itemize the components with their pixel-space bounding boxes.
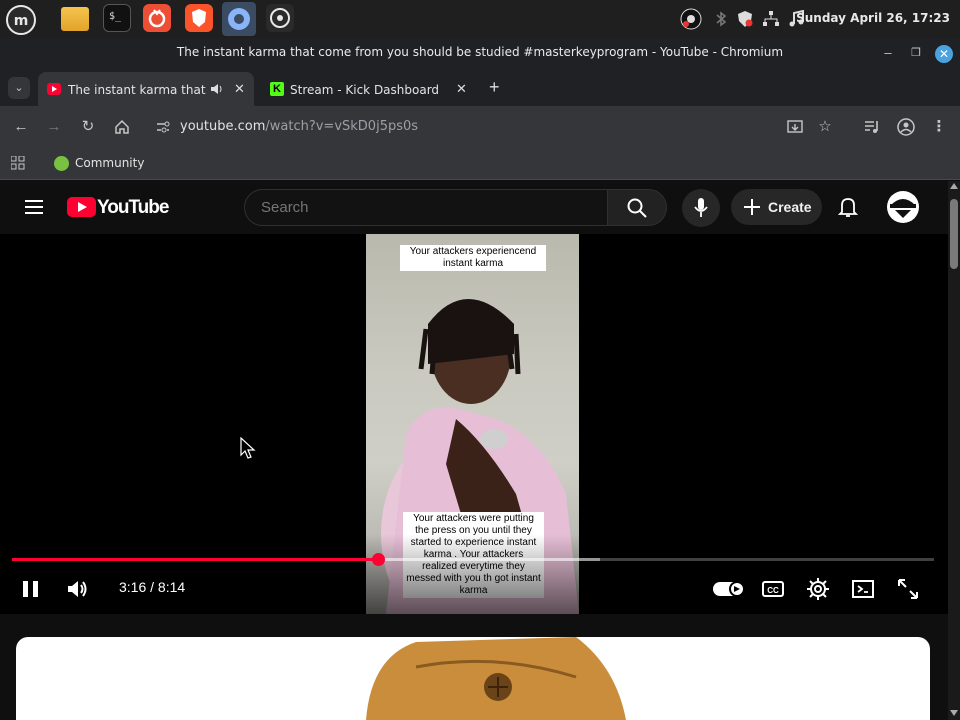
tab-kick[interactable]: K Stream - Kick Dashboard ✕ xyxy=(262,72,478,106)
obs-icon[interactable] xyxy=(266,4,294,32)
maximize-button[interactable]: ❐ xyxy=(908,45,924,61)
close-tab-icon[interactable]: ✕ xyxy=(456,81,467,97)
reload-button[interactable]: ↻ xyxy=(78,117,98,137)
url-text[interactable]: youtube.com/watch?v=vSkD0j5ps0s xyxy=(180,119,418,134)
browser-toolbar: ← → ↻ youtube.com/watch?v=vSkD0j5ps0s ☆ … xyxy=(0,106,960,148)
hamburger-menu-icon[interactable] xyxy=(24,199,44,215)
clock[interactable]: Sunday April 26, 17:23 xyxy=(796,11,950,25)
search-input[interactable] xyxy=(261,199,591,216)
bookmark-star-icon[interactable]: ☆ xyxy=(815,117,835,137)
profile-icon[interactable] xyxy=(897,118,915,136)
window-title: The instant karma that come from you sho… xyxy=(176,45,784,59)
youtube-logo-text: YouTube xyxy=(97,197,169,218)
bluetooth-icon[interactable] xyxy=(712,10,730,28)
svg-text:CC: CC xyxy=(767,586,779,595)
time-display: 3:16 / 8:14 xyxy=(119,579,186,595)
scroll-down-arrow[interactable] xyxy=(950,710,958,716)
caption-top: Your attackers experiencend instant karm… xyxy=(400,245,546,271)
tab-youtube[interactable]: The instant karma that co ✕ xyxy=(38,72,254,106)
os-top-panel: m $_ Sunday April 26, 17:23 xyxy=(0,0,960,38)
youtube-favicon-icon xyxy=(47,83,61,95)
voice-search-button[interactable] xyxy=(682,189,720,227)
youtube-masthead: YouTube Create xyxy=(0,181,948,234)
account-avatar[interactable] xyxy=(887,191,919,223)
network-icon[interactable] xyxy=(762,10,780,28)
bookmark-label: Community xyxy=(75,156,145,170)
brave-icon[interactable] xyxy=(185,4,213,32)
search-box[interactable] xyxy=(244,189,608,226)
page-scrollbar[interactable] xyxy=(948,181,960,720)
window-titlebar: The instant karma that come from you sho… xyxy=(0,38,960,68)
close-tab-icon[interactable]: ✕ xyxy=(234,81,245,97)
progress-bar[interactable] xyxy=(12,553,934,566)
settings-gear-icon[interactable] xyxy=(806,577,830,601)
bookmarks-bar: Community xyxy=(0,148,960,180)
url-host: youtube.com xyxy=(180,119,266,134)
autoplay-play-icon xyxy=(734,586,740,592)
install-app-icon[interactable] xyxy=(786,118,804,136)
youtube-page: YouTube Create xyxy=(0,181,948,720)
microphone-icon xyxy=(694,198,708,217)
captions-icon[interactable]: CC xyxy=(761,577,785,601)
svg-text:m: m xyxy=(14,13,29,29)
kick-favicon-icon: K xyxy=(270,82,284,96)
scrollbar-thumb[interactable] xyxy=(950,199,958,269)
tab-title: Stream - Kick Dashboard xyxy=(290,83,440,97)
terminal-icon[interactable]: $_ xyxy=(103,4,131,32)
controls-gradient xyxy=(0,534,948,614)
search-button[interactable] xyxy=(607,189,667,226)
chromium-icon[interactable] xyxy=(222,2,256,36)
plus-icon xyxy=(744,199,760,215)
tab-title: The instant karma that co xyxy=(68,83,206,97)
search-icon xyxy=(627,198,647,218)
minimize-button[interactable]: – xyxy=(880,45,896,61)
mint-menu-icon[interactable]: m xyxy=(6,5,36,35)
svg-text:$_: $_ xyxy=(109,11,122,22)
new-tab-button[interactable]: + xyxy=(489,77,500,98)
youtube-logo[interactable]: YouTube xyxy=(67,196,169,218)
boot-ad-image xyxy=(366,637,626,720)
scroll-up-arrow[interactable] xyxy=(950,183,958,189)
progress-played xyxy=(12,558,379,561)
pause-icon[interactable] xyxy=(19,577,43,601)
ad-banner[interactable] xyxy=(16,637,930,720)
address-bar[interactable]: youtube.com/watch?v=vSkD0j5ps0s xyxy=(150,111,850,143)
fullscreen-icon[interactable] xyxy=(896,577,920,601)
audio-playing-icon[interactable] xyxy=(210,83,224,95)
url-path: /watch?v=vSkD0j5ps0s xyxy=(265,119,419,134)
create-button[interactable]: Create xyxy=(731,189,822,225)
back-button[interactable]: ← xyxy=(11,117,31,137)
video-player[interactable]: Your attackers experiencend instant karm… xyxy=(0,234,948,614)
tab-strip: ⌄ The instant karma that co ✕ K Stream -… xyxy=(0,68,960,106)
files-icon[interactable] xyxy=(61,7,89,31)
avatar-icon xyxy=(890,199,916,218)
chrome-menu-icon[interactable]: ⋮ xyxy=(929,117,949,137)
notifications-bell-icon[interactable] xyxy=(838,196,858,218)
autoplay-toggle[interactable] xyxy=(713,581,745,597)
community-favicon-icon xyxy=(54,156,69,171)
miniplayer-icon[interactable] xyxy=(851,577,875,601)
close-window-button[interactable]: ✕ xyxy=(935,45,953,63)
progress-scrubber[interactable] xyxy=(372,553,386,566)
mouse-cursor-icon xyxy=(240,437,256,459)
forward-button[interactable]: → xyxy=(44,117,64,137)
apps-grid-icon[interactable] xyxy=(11,156,25,170)
media-controls-icon[interactable] xyxy=(864,119,880,135)
tab-search-button[interactable]: ⌄ xyxy=(8,77,30,99)
site-settings-icon[interactable] xyxy=(156,120,170,134)
create-label: Create xyxy=(768,199,812,215)
app-store-icon[interactable] xyxy=(143,4,171,32)
youtube-logo-icon xyxy=(67,197,96,217)
obs-tray-icon[interactable] xyxy=(680,8,702,30)
shield-update-icon[interactable] xyxy=(736,10,754,28)
home-icon[interactable] xyxy=(114,119,130,135)
volume-icon[interactable] xyxy=(66,577,90,601)
